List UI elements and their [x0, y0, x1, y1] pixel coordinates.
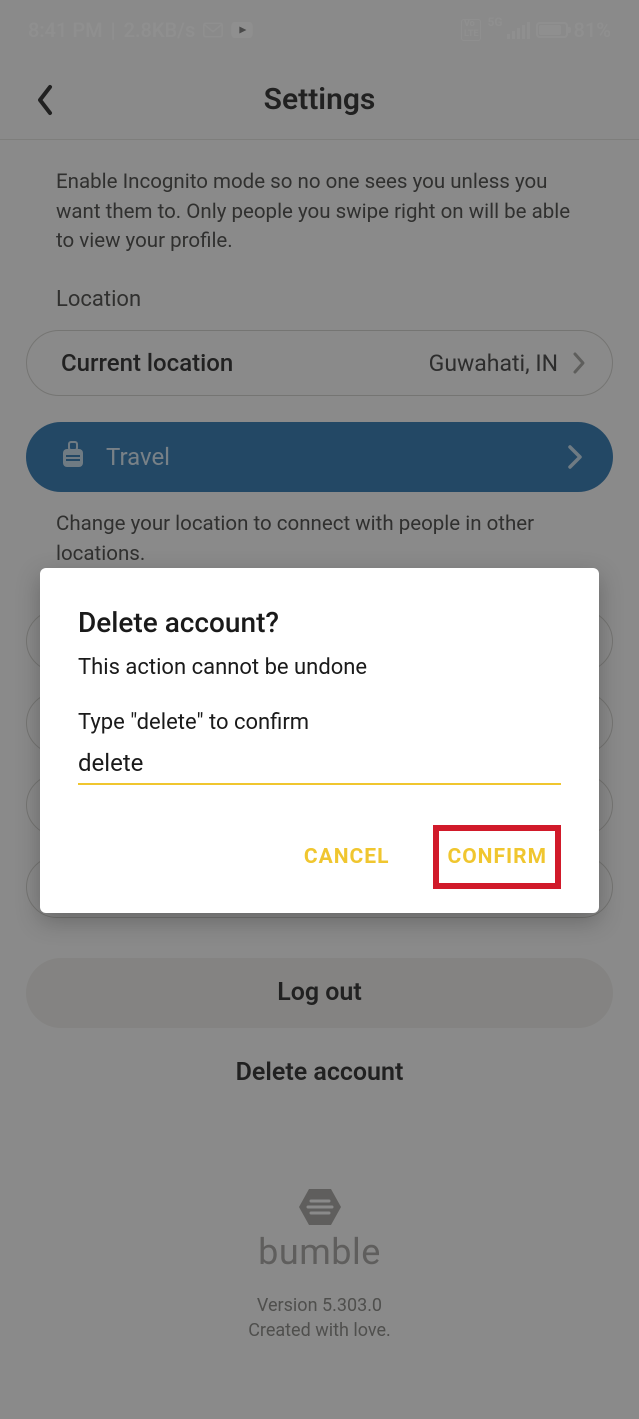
- dialog-title: Delete account?: [78, 606, 561, 639]
- cancel-button[interactable]: CANCEL: [296, 831, 398, 883]
- dialog-actions: CANCEL CONFIRM: [78, 825, 561, 889]
- confirm-button[interactable]: CONFIRM: [439, 831, 555, 883]
- dialog-subtitle: This action cannot be undone: [78, 655, 561, 680]
- dialog-input-wrap: [78, 749, 561, 785]
- delete-confirm-input[interactable]: [78, 749, 561, 777]
- confirm-highlight-box: CONFIRM: [433, 825, 561, 889]
- delete-account-dialog: Delete account? This action cannot be un…: [40, 568, 599, 913]
- dialog-instruction: Type "delete" to confirm: [78, 710, 561, 735]
